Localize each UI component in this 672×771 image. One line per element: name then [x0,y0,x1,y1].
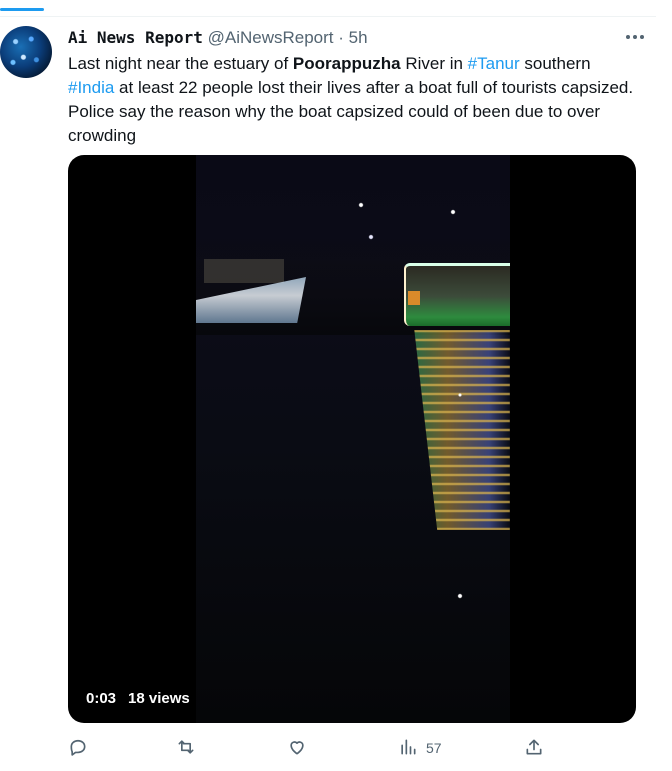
views-button[interactable]: 57 [398,736,442,760]
like-icon [287,737,307,760]
hashtag-india[interactable]: #India [68,78,114,97]
reply-icon [68,737,88,760]
tweet-header: Ai News Report @AiNewsReport · 5h [68,28,602,48]
more-button[interactable] [622,26,648,48]
reply-button[interactable] [68,736,96,760]
tweet-text-part: River in [400,54,468,73]
video-overlay: 0:03 18 views [86,690,190,707]
retweet-button[interactable] [176,736,204,760]
video-player[interactable]: 0:03 18 views [68,155,636,723]
active-tab-indicator [0,8,44,11]
author-name[interactable]: Ai News Report [68,28,203,47]
video-views: 18 views [128,690,190,707]
video-lights [196,155,510,723]
tweet-text-bold: Poorappuzha [292,54,401,73]
action-bar: 57 [68,736,548,760]
avatar[interactable] [0,26,52,78]
hashtag-tanur[interactable]: #Tanur [468,54,520,73]
views-count: 57 [426,740,442,756]
tweet-text-part: Last night near the estuary of [68,54,293,73]
share-icon [524,737,544,760]
like-button[interactable] [287,736,315,760]
views-icon [398,737,418,760]
retweet-icon [176,737,196,760]
tweet-text-part: at least 22 people lost their lives afte… [68,78,634,145]
share-button[interactable] [524,736,544,760]
avatar-image [0,26,52,78]
more-icon [626,35,644,39]
top-divider [0,16,656,17]
author-handle[interactable]: @AiNewsReport [208,28,334,47]
video-frame [196,155,510,723]
video-duration: 0:03 [86,690,117,707]
timestamp[interactable]: 5h [349,28,368,47]
tweet-text-part: southern [519,54,591,73]
header-separator: · [338,28,344,47]
tweet-text: Last night near the estuary of Poorappuz… [68,52,638,148]
